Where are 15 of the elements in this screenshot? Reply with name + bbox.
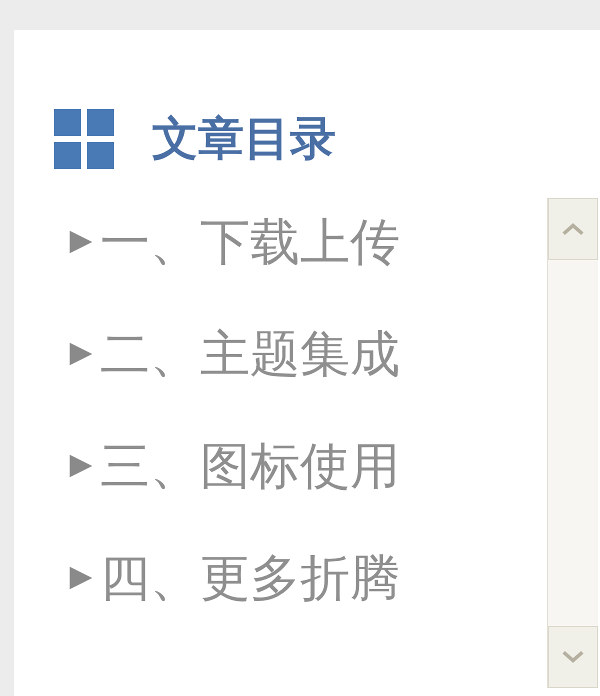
scroll-up-button[interactable] xyxy=(548,198,598,260)
triangle-icon xyxy=(68,452,94,480)
toc-link[interactable]: 三、图标使用 xyxy=(100,436,400,496)
chevron-down-icon xyxy=(561,650,585,664)
chevron-up-icon xyxy=(561,222,585,236)
triangle-icon xyxy=(68,228,94,256)
toc-link[interactable]: 一、下载上传 xyxy=(100,212,400,272)
triangle-icon xyxy=(68,340,94,368)
triangle-icon xyxy=(68,564,94,592)
toc-link[interactable]: 四、更多折腾 xyxy=(100,548,400,608)
scroll-down-button[interactable] xyxy=(548,626,598,688)
toc-link[interactable]: 二、主题集成 xyxy=(100,324,400,384)
panel-title: 文章目录 xyxy=(152,110,336,167)
grid-icon xyxy=(54,109,114,169)
scrollbar[interactable] xyxy=(547,198,598,688)
